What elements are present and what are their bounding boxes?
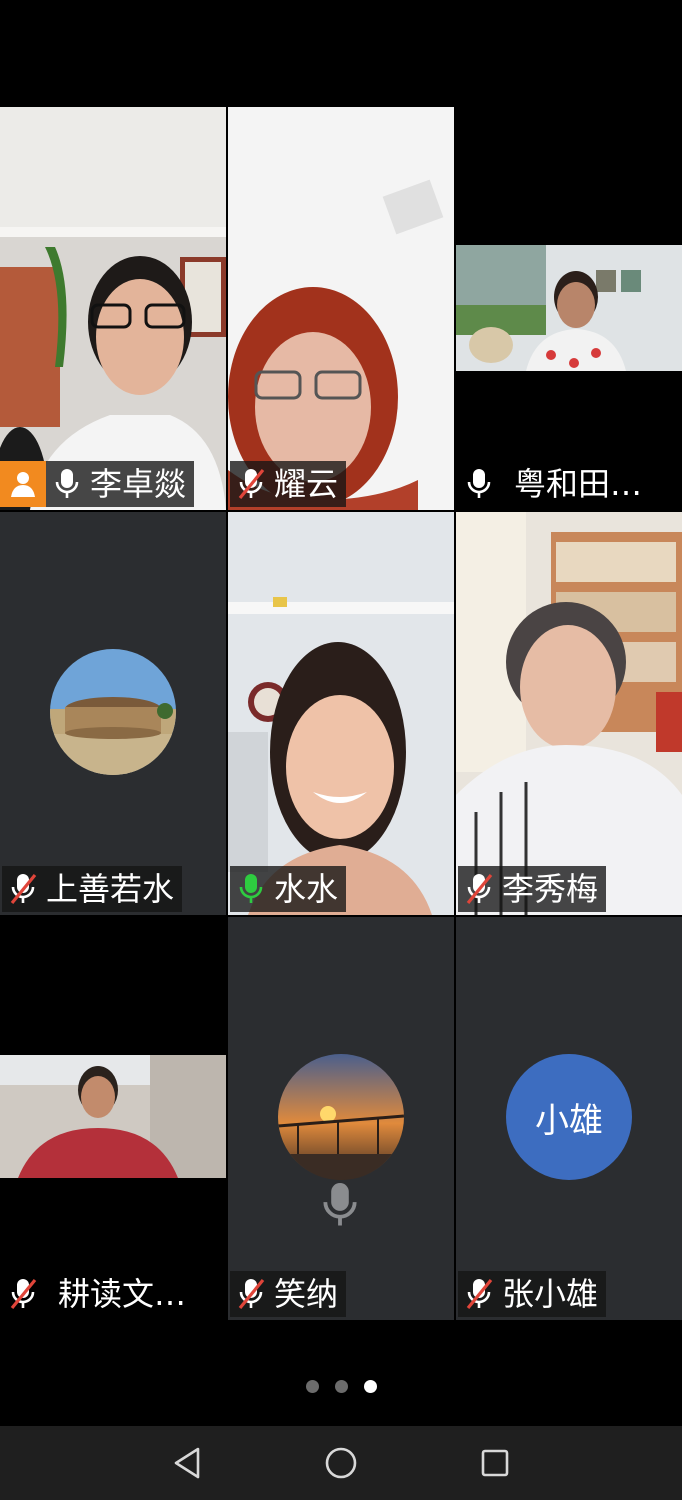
- participant-name: 水水: [274, 870, 339, 908]
- participant-tile[interactable]: 李卓燚: [0, 107, 226, 510]
- page-indicator[interactable]: [0, 1380, 682, 1394]
- microphone-muted-icon: [464, 872, 494, 906]
- video-feed: [228, 107, 454, 510]
- square-recents-icon: [481, 1449, 509, 1477]
- page-dot[interactable]: [334, 1380, 348, 1393]
- microphone-icon: [464, 467, 494, 501]
- back-button[interactable]: [157, 1433, 217, 1493]
- participant-tile[interactable]: 笑纳: [228, 917, 454, 1320]
- participant-tile[interactable]: 小雄 张小雄: [456, 917, 682, 1320]
- recents-button[interactable]: [465, 1433, 525, 1493]
- participant-avatar: [50, 649, 176, 775]
- participant-name: 耀云: [274, 465, 339, 503]
- participant-tile[interactable]: 耕读文…: [0, 917, 226, 1320]
- microphone-muted-icon: [236, 1277, 266, 1311]
- video-feed: [228, 512, 454, 915]
- participant-initials-avatar: 小雄: [506, 1054, 632, 1180]
- video-feed: [0, 1055, 226, 1178]
- video-feed: [456, 512, 682, 915]
- participant-name-bar: 上善若水: [2, 866, 183, 912]
- participant-name: 粤和田…: [514, 465, 643, 503]
- microphone-icon: [52, 467, 82, 501]
- participant-avatar: [278, 1054, 404, 1180]
- circle-home-icon: [325, 1447, 357, 1479]
- system-navigation-bar: [0, 1426, 682, 1500]
- participant-name-bar: 耀云: [230, 461, 347, 507]
- participant-name-bar: 张小雄: [458, 1271, 607, 1317]
- page-dot-current[interactable]: [363, 1380, 377, 1393]
- participant-name-bar: 水水: [230, 866, 347, 912]
- participant-name: 李卓燚: [90, 465, 187, 503]
- avatar-initials: 小雄: [535, 1100, 603, 1141]
- home-button[interactable]: [311, 1433, 371, 1493]
- participant-name-bar: 耕读文…: [2, 1271, 194, 1317]
- participant-tile[interactable]: 上善若水: [0, 512, 226, 915]
- microphone-muted-icon: [8, 872, 38, 906]
- participant-tile[interactable]: 粤和田…: [456, 107, 682, 510]
- participant-tile[interactable]: 耀云: [228, 107, 454, 510]
- participant-name-bar: 李卓燚: [0, 461, 195, 507]
- page-dot[interactable]: [305, 1380, 319, 1393]
- triangle-back-icon: [174, 1447, 200, 1479]
- participant-name: 耕读文…: [58, 1275, 187, 1313]
- microphone-muted-icon: [8, 1277, 38, 1311]
- microphone-speaking-icon: [236, 872, 266, 906]
- participant-name: 张小雄: [502, 1275, 599, 1313]
- participant-name-bar: 粤和田…: [458, 461, 650, 507]
- host-icon: [0, 461, 46, 507]
- video-feed: [0, 107, 226, 510]
- participant-name-bar: 李秀梅: [458, 866, 607, 912]
- microphone-muted-icon: [464, 1277, 494, 1311]
- participant-name-bar: 笑纳: [230, 1271, 347, 1317]
- participant-name: 李秀梅: [502, 870, 599, 908]
- participant-name: 上善若水: [46, 870, 175, 908]
- video-grid: 李卓燚 耀云 粤和田… 上善若水 水水 李秀梅 耕读文… 笑纳 小雄 张小雄: [0, 107, 682, 1320]
- microphone-icon: [318, 1177, 362, 1233]
- participant-tile-active-speaker[interactable]: 水水: [228, 512, 454, 915]
- participant-name: 笑纳: [274, 1275, 339, 1313]
- microphone-muted-icon: [236, 467, 266, 501]
- participant-tile[interactable]: 李秀梅: [456, 512, 682, 915]
- video-feed: [456, 245, 682, 371]
